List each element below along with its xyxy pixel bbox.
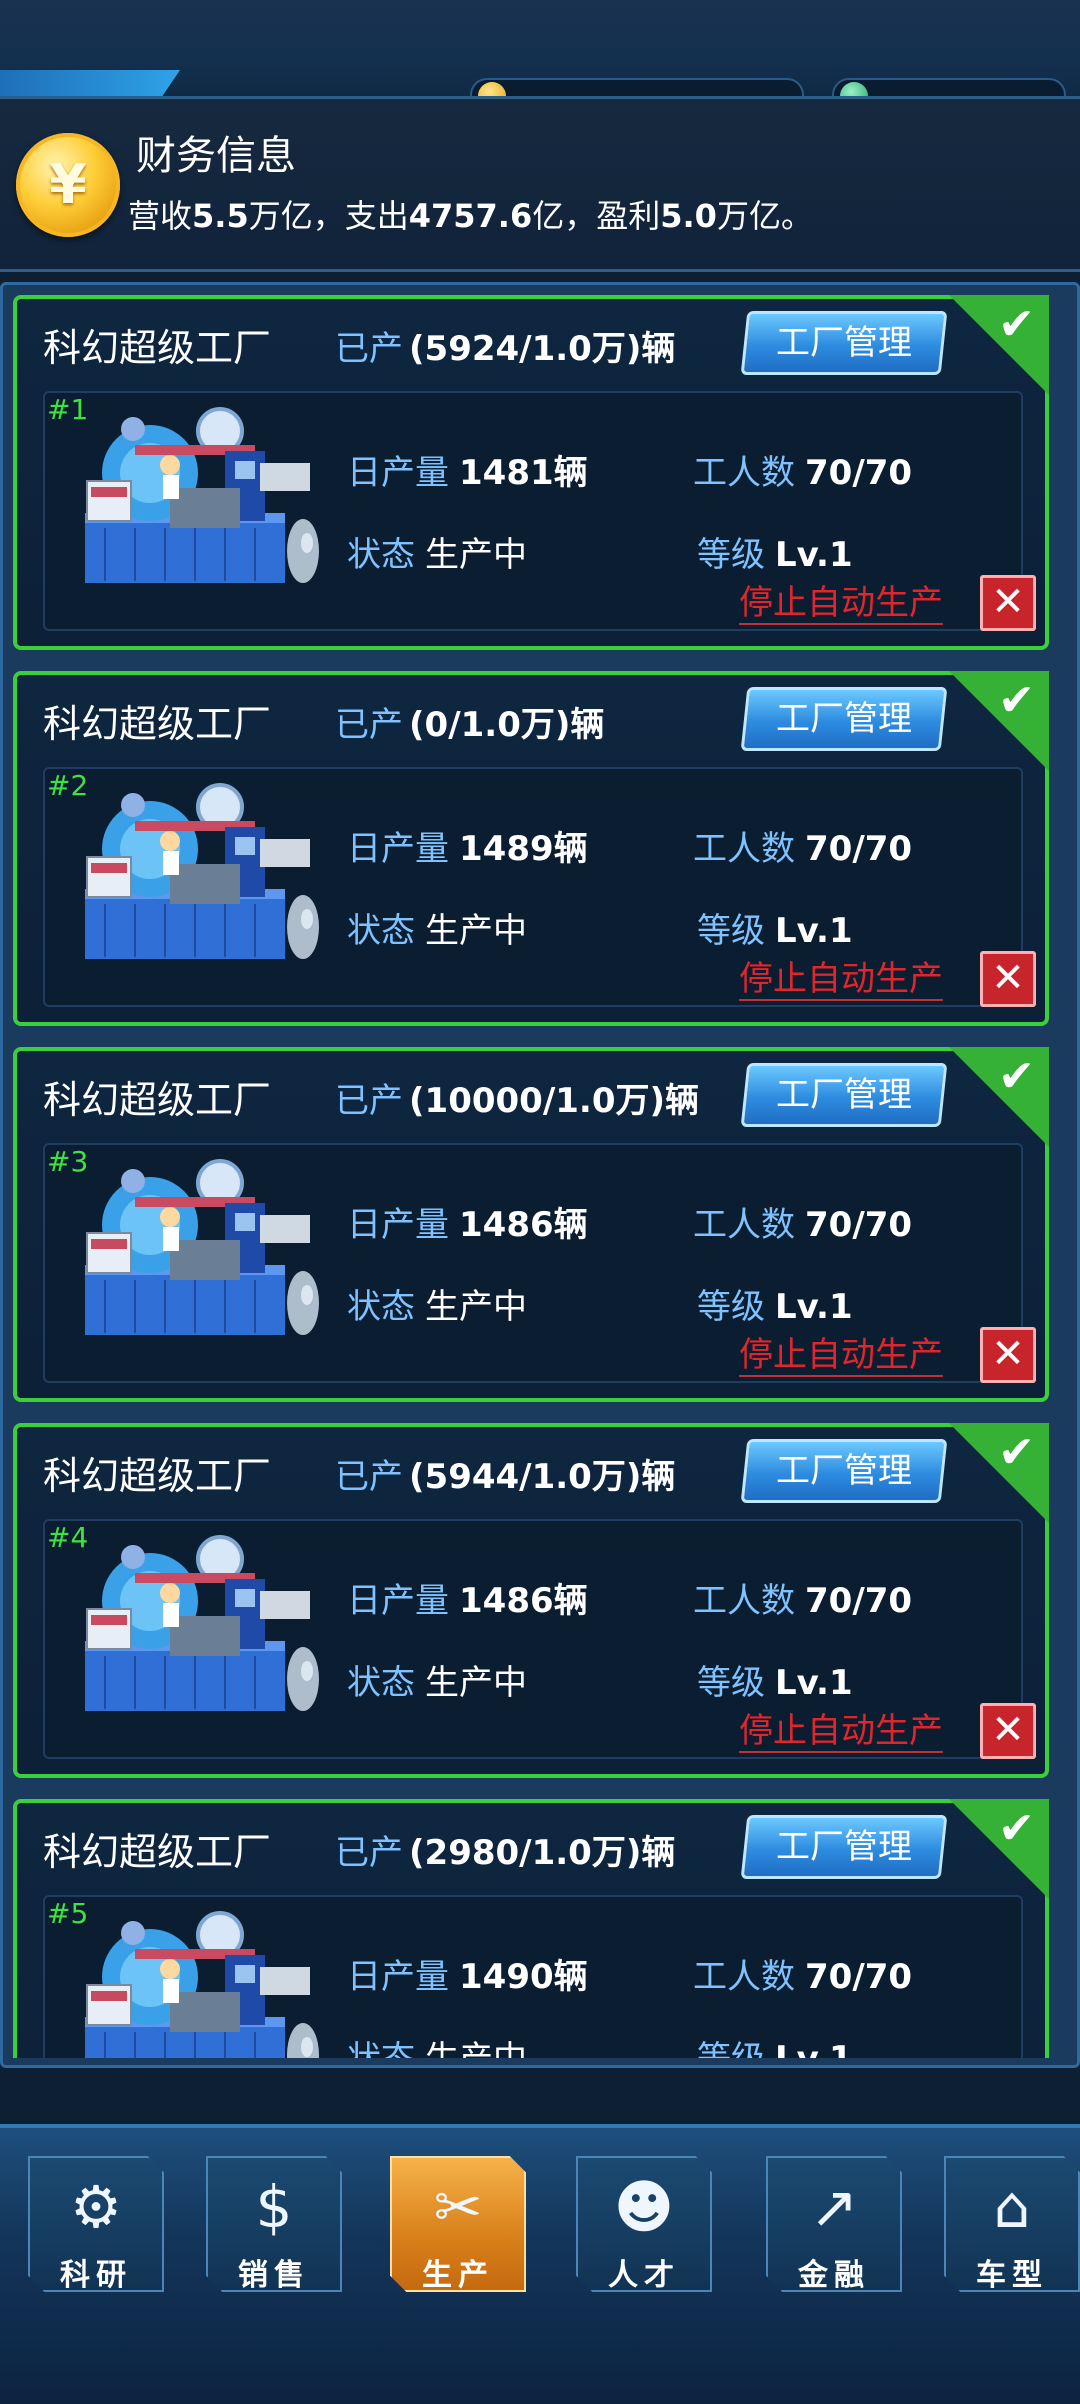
nav-tab-5[interactable]: ⌂ 车型 bbox=[944, 2156, 1080, 2292]
factory-name: 科幻超级工厂 bbox=[43, 702, 272, 746]
research-gear-icon: ⚙ bbox=[70, 2173, 122, 2241]
factory-name: 科幻超级工厂 bbox=[43, 1078, 272, 1122]
finance-chart-icon: ↗ bbox=[809, 2173, 859, 2241]
produced-count: 已产 (10000/1.0万)辆 bbox=[335, 1081, 700, 1121]
selected-check-icon[interactable]: ✔ bbox=[949, 1423, 1049, 1523]
daily-output: 日产量 1490辆 bbox=[347, 1957, 588, 1997]
revenue-value: 5.5 bbox=[192, 197, 249, 235]
factory-name: 科幻超级工厂 bbox=[43, 1454, 272, 1498]
factory-level: 等级Lv.1 bbox=[697, 911, 853, 951]
nav-tab-3[interactable]: ☻ 人才 bbox=[576, 2156, 712, 2292]
factory-card-1: 科幻超级工厂 已产 (5924/1.0万)辆 工厂管理 ✔ #1 日产量 148… bbox=[13, 295, 1049, 650]
stop-auto-production-link[interactable]: 停止自动生产 bbox=[739, 959, 943, 1001]
daily-output: 日产量 1481辆 bbox=[347, 453, 588, 493]
factory-status: 状态生产中 bbox=[347, 535, 527, 575]
factory-list[interactable]: 科幻超级工厂 已产 (5924/1.0万)辆 工厂管理 ✔ #1 日产量 148… bbox=[0, 290, 1080, 2058]
factory-illustration-icon bbox=[85, 1535, 319, 1711]
nav-tab-label: 销售 bbox=[238, 2258, 310, 2293]
nav-tab-label: 生产 bbox=[422, 2258, 494, 2293]
daily-output: 日产量 1489辆 bbox=[347, 829, 588, 869]
factory-detail-panel: #2 日产量 1489辆 工人数 70/70 状态 生产中 等级 Lv.1 停止… bbox=[43, 767, 1036, 1007]
factory-detail-panel: #4 日产量 1486辆 工人数 70/70 状态 生产中 等级 Lv.1 停止… bbox=[43, 1519, 1036, 1759]
nav-tab-label: 车型 bbox=[976, 2258, 1048, 2293]
factory-detail-panel: #1 日产量 1481辆 工人数 70/70 状态 生产中 等级 Lv.1 停止… bbox=[43, 391, 1036, 631]
worker-count: 工人数 70/70 bbox=[693, 1205, 913, 1245]
top-resource-bar bbox=[0, 0, 1080, 116]
factory-manage-button[interactable]: 工厂管理 bbox=[740, 1439, 948, 1503]
factory-detail-panel: #5 日产量 1490辆 工人数 70/70 bbox=[43, 1895, 1023, 2058]
worker-count: 工人数 70/70 bbox=[693, 829, 913, 869]
factory-status: 状态生产中 bbox=[347, 1287, 527, 1327]
nav-tab-label: 人才 bbox=[608, 2258, 680, 2293]
nav-tab-1[interactable]: $ 销售 bbox=[206, 2156, 342, 2292]
factory-illustration-icon bbox=[85, 407, 319, 583]
factory-level: 等级Lv.1 bbox=[697, 1287, 853, 1327]
factory-status: 状态生产中 bbox=[347, 1663, 527, 1703]
factory-level: 等级Lv.1 bbox=[697, 535, 853, 575]
expense-value: 4757.6 bbox=[408, 197, 533, 235]
factory-manage-button[interactable]: 工厂管理 bbox=[740, 1063, 948, 1127]
factory-name: 科幻超级工厂 bbox=[43, 326, 272, 370]
talent-search-icon: ☻ bbox=[613, 2173, 675, 2241]
daily-output: 日产量 1486辆 bbox=[347, 1205, 588, 1245]
produced-count: 已产 (0/1.0万)辆 bbox=[335, 705, 605, 745]
sales-money-hand-icon: $ bbox=[255, 2173, 293, 2241]
worker-count: 工人数 70/70 bbox=[693, 1581, 913, 1621]
factory-card-4: 科幻超级工厂 已产 (5944/1.0万)辆 工厂管理 ✔ #4 日产量 148… bbox=[13, 1423, 1049, 1778]
nav-tab-0[interactable]: ⚙ 科研 bbox=[28, 2156, 164, 2292]
nav-tab-4[interactable]: ↗ 金融 bbox=[766, 2156, 902, 2292]
factory-manage-button[interactable]: 工厂管理 bbox=[740, 687, 948, 751]
factory-card-2: 科幻超级工厂 已产 (0/1.0万)辆 工厂管理 ✔ #2 日产量 1489辆 … bbox=[13, 671, 1049, 1026]
nav-tab-label: 金融 bbox=[798, 2258, 870, 2293]
factory-manage-button[interactable]: 工厂管理 bbox=[740, 1815, 948, 1879]
close-icon[interactable]: ✕ bbox=[980, 1327, 1036, 1383]
car-garage-icon: ⌂ bbox=[993, 2173, 1031, 2241]
factory-status: 状态生产中 bbox=[347, 911, 527, 951]
factory-name: 科幻超级工厂 bbox=[43, 1830, 272, 1874]
factory-status: 状态生产中 bbox=[347, 2031, 527, 2058]
finance-title: 财务信息 bbox=[136, 133, 296, 179]
produced-count: 已产 (5944/1.0万)辆 bbox=[335, 1457, 676, 1497]
factory-detail-panel: #3 日产量 1486辆 工人数 70/70 状态 生产中 等级 Lv.1 停止… bbox=[43, 1143, 1036, 1383]
selected-check-icon[interactable]: ✔ bbox=[949, 671, 1049, 771]
production-tools-icon: ✂ bbox=[433, 2173, 483, 2241]
factory-illustration-icon bbox=[85, 783, 319, 959]
factory-card-3: 科幻超级工厂 已产 (10000/1.0万)辆 工厂管理 ✔ #3 日产量 14… bbox=[13, 1047, 1049, 1402]
factory-illustration-icon bbox=[85, 1159, 319, 1335]
stop-auto-production-link[interactable]: 停止自动生产 bbox=[739, 1335, 943, 1377]
selected-check-icon[interactable]: ✔ bbox=[949, 1047, 1049, 1147]
selected-check-icon[interactable]: ✔ bbox=[949, 295, 1049, 395]
daily-output: 日产量 1486辆 bbox=[347, 1581, 588, 1621]
bottom-navigation: ⚙ 科研 $ 销售 ✂ 生产 ☻ 人才 ↗ 金融 ⌂ 车型 bbox=[0, 2124, 1080, 2404]
close-icon[interactable]: ✕ bbox=[980, 1703, 1036, 1759]
factory-card-5: 科幻超级工厂 已产 (2980/1.0万)辆 工厂管理 ✔ #5 日产量 149… bbox=[13, 1799, 1049, 2058]
worker-count: 工人数 70/70 bbox=[693, 1957, 913, 1997]
factory-illustration-icon bbox=[85, 1911, 319, 2058]
factory-level: 等级Lv.1 bbox=[697, 1663, 853, 1703]
worker-count: 工人数 70/70 bbox=[693, 453, 913, 493]
close-icon[interactable]: ✕ bbox=[980, 575, 1036, 631]
factory-level: 等级Lv.1 bbox=[697, 2031, 853, 2058]
stop-auto-production-link[interactable]: 停止自动生产 bbox=[739, 583, 943, 625]
produced-count: 已产 (2980/1.0万)辆 bbox=[335, 1833, 676, 1873]
stop-auto-production-link[interactable]: 停止自动生产 bbox=[739, 1711, 943, 1753]
factory-manage-button[interactable]: 工厂管理 bbox=[740, 311, 948, 375]
close-icon[interactable]: ✕ bbox=[980, 951, 1036, 1007]
finance-info-banner: ¥ 财务信息 营收5.5万亿，支出4757.6亿，盈利5.0万亿。 bbox=[0, 96, 1080, 272]
finance-summary: 营收5.5万亿，支出4757.6亿，盈利5.0万亿。 bbox=[128, 197, 813, 235]
produced-count: 已产 (5924/1.0万)辆 bbox=[335, 329, 676, 369]
nav-tab-label: 科研 bbox=[60, 2258, 132, 2293]
coin-yuan-icon: ¥ bbox=[16, 133, 120, 237]
selected-check-icon[interactable]: ✔ bbox=[949, 1799, 1049, 1899]
nav-tab-2[interactable]: ✂ 生产 bbox=[390, 2156, 526, 2292]
profit-value: 5.0 bbox=[660, 197, 717, 235]
